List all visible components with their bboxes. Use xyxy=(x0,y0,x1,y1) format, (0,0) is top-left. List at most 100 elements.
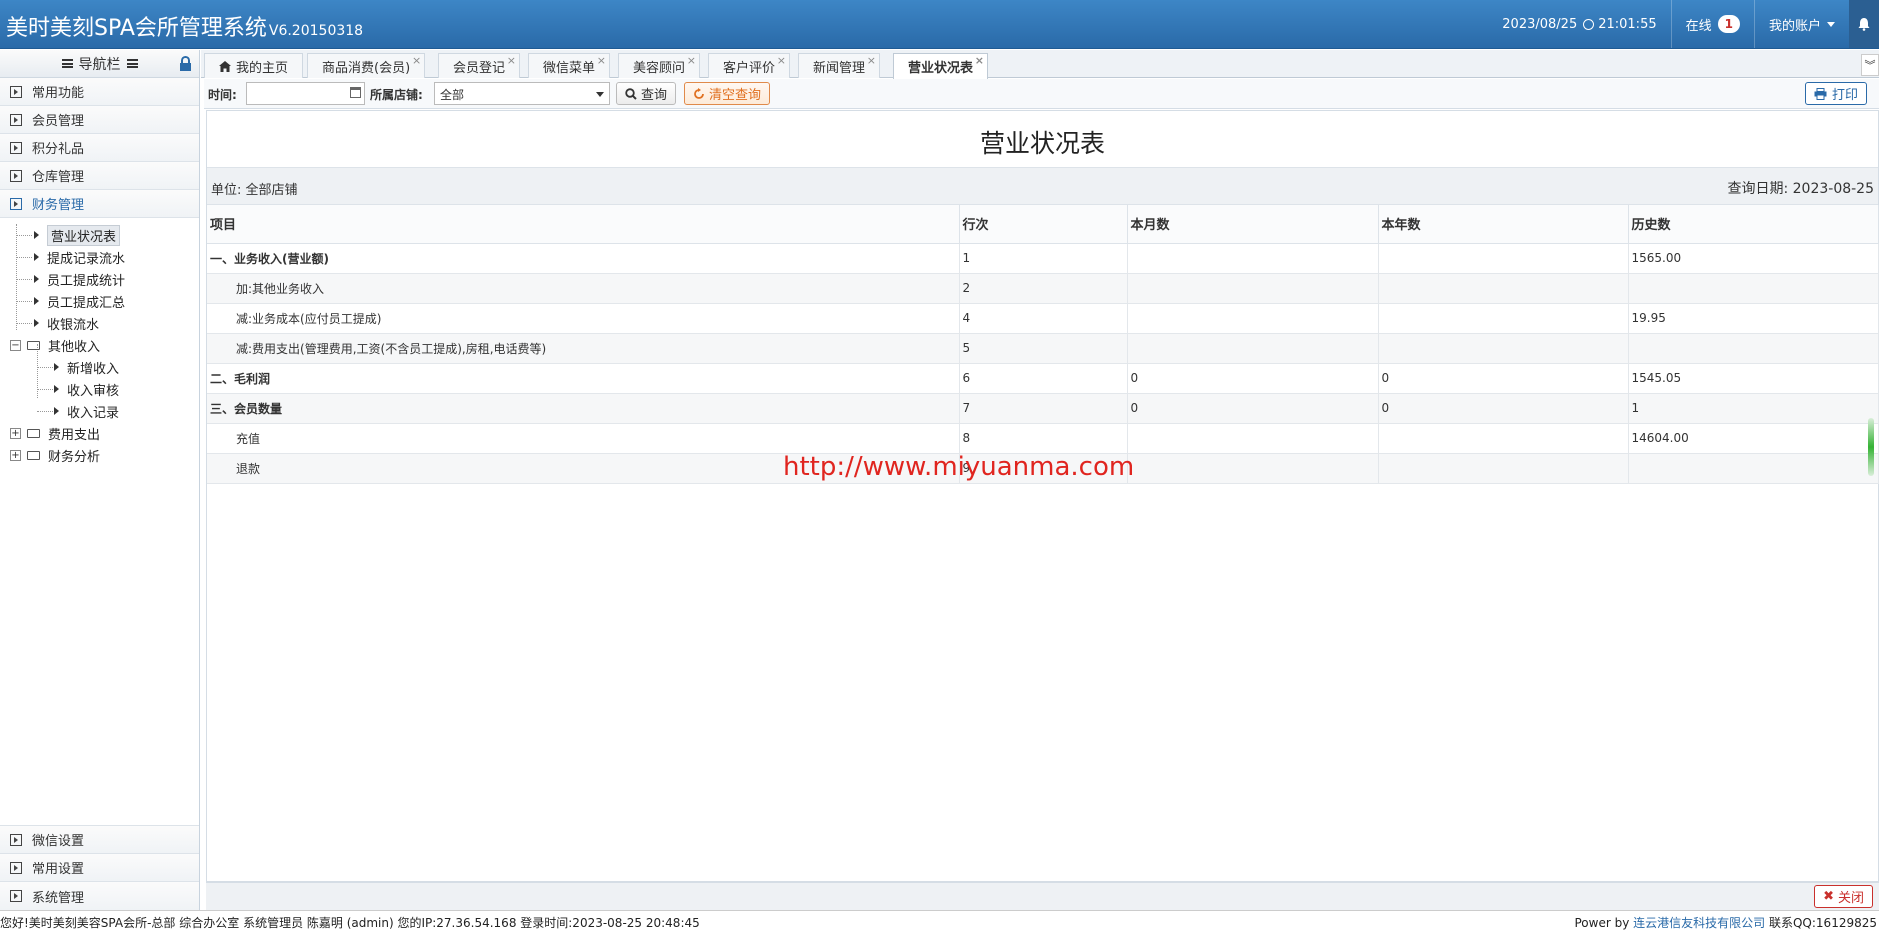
double-chevron-down-icon: ︾ xyxy=(1864,59,1876,72)
tab-business-status[interactable]: 营业状况表 × xyxy=(893,53,989,79)
lock-icon[interactable] xyxy=(179,55,192,75)
sidebar-section-finance[interactable]: 财务管理 xyxy=(0,190,199,218)
contact-qq: 联系QQ:16129825 xyxy=(1768,916,1877,930)
tree-item-cashier-flow[interactable]: 收银流水 xyxy=(0,312,199,334)
account-label: 我的账户 xyxy=(1768,18,1821,34)
tab-beauty-consultant[interactable]: 美容顾问 × xyxy=(618,53,701,78)
sidebar-section-warehouse[interactable]: 仓库管理 xyxy=(0,162,199,190)
time-input[interactable] xyxy=(246,82,365,105)
sidebar-section-common[interactable]: 常用功能 xyxy=(0,78,199,106)
caret-right-icon xyxy=(54,385,59,393)
power-by-info: Power by 连云港信友科技有限公司 联系QQ:16129825 xyxy=(1574,916,1877,930)
sidebar-header: 导航栏 xyxy=(0,50,199,78)
watermark-text: http://www.miyuanma.com xyxy=(783,452,1135,482)
tree-item-business-status[interactable]: 营业状况表 xyxy=(0,224,199,246)
tree-item-income-records[interactable]: 收入记录 xyxy=(0,400,199,422)
close-tab-icon[interactable]: × xyxy=(507,54,516,67)
sidebar-section-member[interactable]: 会员管理 xyxy=(0,106,199,134)
refresh-icon xyxy=(694,87,704,99)
date-text: 2023/08/25 xyxy=(1502,16,1578,32)
report-query-date: 查询日期: 2023-08-25 xyxy=(1727,181,1874,197)
report-panel: 营业状况表 单位: 全部店铺 查询日期: 2023-08-25 项目 行次 本月… xyxy=(206,110,1879,882)
tree-folder-other-income[interactable]: − 其他收入 xyxy=(0,334,199,356)
tab-member-registration[interactable]: 会员登记 × xyxy=(438,53,521,78)
tree-item-staff-commission-stats[interactable]: 员工提成统计 xyxy=(0,268,199,290)
tab-customer-reviews[interactable]: 客户评价 × xyxy=(708,53,791,78)
tree-item-commission-records[interactable]: 提成记录流水 xyxy=(0,246,199,268)
close-button[interactable]: ✖ 关闭 xyxy=(1814,885,1873,908)
table-row: 一、业务收入(营业额) 1 1565.00 xyxy=(207,243,1879,274)
time-text: 21:01:55 xyxy=(1598,16,1657,32)
collapse-minus-icon[interactable]: − xyxy=(10,339,21,351)
close-tab-icon[interactable]: × xyxy=(975,54,984,67)
sidebar-section-points[interactable]: 积分礼品 xyxy=(0,134,199,162)
sidebar-title: 导航栏 xyxy=(78,56,121,73)
col-header-this-month: 本月数 xyxy=(1127,205,1379,244)
app-title: 美时美刻SPA会所管理系统 V6.20150318 xyxy=(6,10,363,42)
tab-home[interactable]: 我的主页 xyxy=(204,53,304,78)
tree-item-new-income[interactable]: 新增收入 xyxy=(0,356,199,378)
expand-box-icon xyxy=(10,113,22,126)
table-row: 三、会员数量 7 0 0 1 xyxy=(207,393,1879,424)
tree-folder-expenses[interactable]: + 费用支出 xyxy=(0,422,199,444)
clear-query-button[interactable]: 清空查询 xyxy=(684,82,771,105)
expand-box-icon xyxy=(10,141,22,154)
table-row: 减:业务成本(应付员工提成) 4 19.95 xyxy=(207,303,1879,334)
close-tab-icon[interactable]: × xyxy=(777,54,786,67)
tab-product-consumption[interactable]: 商品消费(会员) × xyxy=(307,53,426,78)
sidebar-section-system-admin[interactable]: 系统管理 xyxy=(0,882,199,910)
status-bar: 您好!美时美刻美容SPA会所-总部 综合办公室 系统管理员 陈嘉明 (admin… xyxy=(0,910,1879,930)
caret-right-icon xyxy=(34,253,39,261)
app-header: 美时美刻SPA会所管理系统 V6.20150318 2023/08/25 21:0… xyxy=(0,0,1879,49)
caret-right-icon xyxy=(34,275,39,283)
menu-icon xyxy=(61,59,73,68)
store-select-value: 全部 xyxy=(440,88,465,102)
close-tab-icon[interactable]: × xyxy=(597,54,606,67)
sidebar-bottom-sections: 微信设置 常用设置 系统管理 xyxy=(0,825,199,910)
report-table: 项目 行次 本月数 本年数 历史数 一、业务收入(营业额) 1 1565.00 加:… xyxy=(207,205,1879,484)
sidebar-section-common-settings[interactable]: 常用设置 xyxy=(0,854,199,882)
report-unit: 单位: 全部店铺 xyxy=(211,183,298,198)
expand-box-icon xyxy=(10,85,22,98)
folder-open-icon xyxy=(27,340,40,350)
scrollbar-thumb[interactable] xyxy=(1868,418,1874,476)
expand-plus-icon[interactable]: + xyxy=(10,427,21,439)
table-row: 充值 8 14604.00 xyxy=(207,423,1879,454)
tree-folder-financial-analysis[interactable]: + 财务分析 xyxy=(0,444,199,466)
datetime: 2023/08/25 21:01:55 xyxy=(1488,0,1670,48)
tree-item-staff-commission-summary[interactable]: 员工提成汇总 xyxy=(0,290,199,312)
time-label: 时间: xyxy=(208,88,237,102)
col-header-history: 历史数 xyxy=(1628,205,1879,244)
col-header-item: 项目 xyxy=(207,205,960,244)
print-button[interactable]: 打印 xyxy=(1804,82,1867,105)
login-info: 您好!美时美刻美容SPA会所-总部 综合办公室 系统管理员 陈嘉明 (admin… xyxy=(0,916,700,930)
company-link[interactable]: 连云港信友科技有限公司 xyxy=(1633,916,1765,930)
caret-right-icon xyxy=(34,231,39,239)
store-select[interactable]: 全部 xyxy=(434,82,610,105)
caret-right-icon xyxy=(54,363,59,371)
tree-item-income-review[interactable]: 收入审核 xyxy=(0,378,199,400)
expand-plus-icon[interactable]: + xyxy=(10,449,21,461)
bell-icon xyxy=(1858,18,1870,31)
notification-button[interactable] xyxy=(1849,0,1879,48)
menu-icon xyxy=(126,59,138,68)
online-count-badge: 1 xyxy=(1717,15,1740,33)
calendar-icon[interactable] xyxy=(350,87,361,98)
tabs-overflow-button[interactable]: ︾ xyxy=(1861,54,1879,76)
print-icon xyxy=(1814,87,1827,100)
close-tab-icon[interactable]: × xyxy=(867,54,876,67)
tab-news-management[interactable]: 新闻管理 × xyxy=(798,53,881,78)
online-indicator[interactable]: 在线 1 xyxy=(1672,0,1754,48)
query-button[interactable]: 查询 xyxy=(616,82,677,105)
close-tab-icon[interactable]: × xyxy=(687,54,696,67)
caret-right-icon xyxy=(34,297,39,305)
account-menu[interactable]: 我的账户 xyxy=(1755,0,1849,48)
app-title-text: 美时美刻SPA会所管理系统 xyxy=(6,16,267,41)
table-header-row: 项目 行次 本月数 本年数 历史数 xyxy=(207,205,1879,244)
expand-box-icon xyxy=(10,833,22,846)
tab-wechat-menu[interactable]: 微信菜单 × xyxy=(528,53,611,78)
close-tab-icon[interactable]: × xyxy=(412,54,421,67)
clock-icon xyxy=(1583,18,1595,30)
sidebar-section-wechat-settings[interactable]: 微信设置 xyxy=(0,826,199,854)
close-icon: ✖ xyxy=(1823,889,1834,904)
